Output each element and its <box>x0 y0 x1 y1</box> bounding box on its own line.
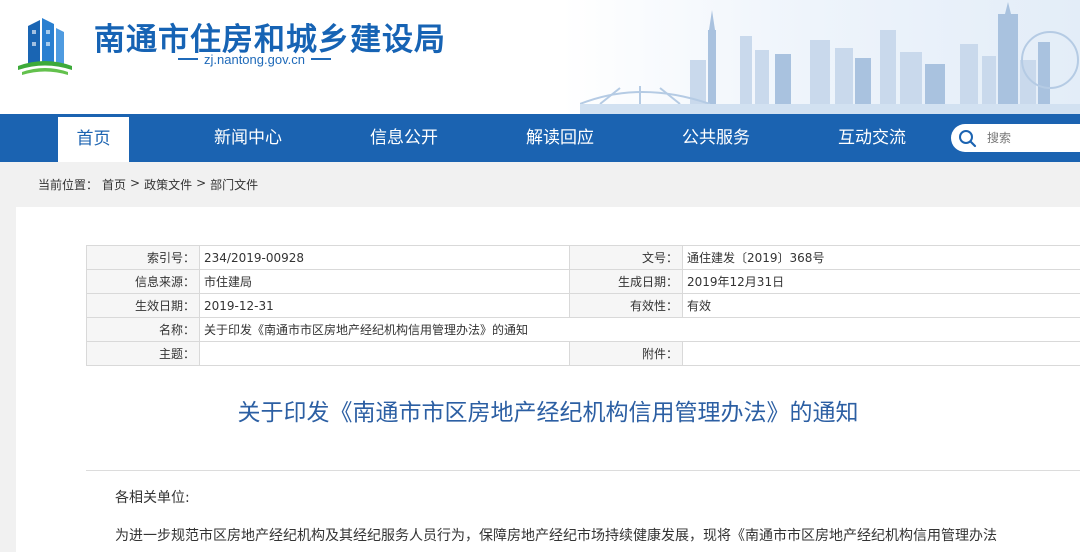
created-date-label: 生成日期： <box>569 269 683 294</box>
domain-dash-right <box>310 58 331 60</box>
name-value: 关于印发《南通市市区房地产经纪机构信用管理办法》的通知 <box>199 317 1080 342</box>
effective-date-value: 2019-12-31 <box>199 293 570 318</box>
nav-item-interpretation[interactable]: 解读回应 <box>510 114 610 162</box>
building-logo-icon[interactable] <box>16 14 74 76</box>
search-icon[interactable] <box>957 128 977 148</box>
index-no-label: 索引号： <box>86 245 200 270</box>
breadcrumb-item-home[interactable]: 首页 <box>102 176 126 193</box>
search-input[interactable] <box>987 128 1077 148</box>
title-divider <box>86 470 1080 471</box>
city-skyline-icon <box>580 2 1080 114</box>
doc-no-label: 文号： <box>569 245 683 270</box>
breadcrumb: 当前位置： 首页 > 政策文件 > 部门文件 <box>38 176 258 193</box>
attachment-value <box>682 341 1080 366</box>
table-row: 生效日期： 2019-12-31 有效性： 有效 <box>86 293 1080 318</box>
nav-item-public-service[interactable]: 公共服务 <box>666 114 766 162</box>
site-header: 南通市住房和城乡建设局 zj.nantong.gov.cn <box>0 0 1080 114</box>
domain-dash-left <box>178 58 198 60</box>
attachment-label: 附件： <box>569 341 683 366</box>
table-row: 信息来源： 市住建局 生成日期： 2019年12月31日 <box>86 269 1080 294</box>
content-panel: 索引号： 234/2019-00928 文号： 通住建发〔2019〕368号 信… <box>16 207 1080 552</box>
table-row: 主题： 附件： <box>86 341 1080 366</box>
breadcrumb-item-dept-docs[interactable]: 部门文件 <box>210 176 258 193</box>
source-value: 市住建局 <box>199 269 570 294</box>
document-title: 关于印发《南通市市区房地产经纪机构信用管理办法》的通知 <box>237 400 859 426</box>
document-meta-table: 索引号： 234/2019-00928 文号： 通住建发〔2019〕368号 信… <box>86 245 1080 366</box>
subject-value <box>199 341 570 366</box>
nav-item-home[interactable]: 首页 <box>58 117 129 162</box>
validity-value: 有效 <box>682 293 1080 318</box>
table-row: 名称： 关于印发《南通市市区房地产经纪机构信用管理办法》的通知 <box>86 317 1080 342</box>
breadcrumb-separator: > <box>130 176 141 190</box>
index-no-value: 234/2019-00928 <box>199 245 570 270</box>
validity-label: 有效性： <box>569 293 683 318</box>
effective-date-label: 生效日期： <box>86 293 200 318</box>
salutation: 各相关单位: <box>115 490 190 506</box>
breadcrumb-item-policy[interactable]: 政策文件 <box>144 176 192 193</box>
nav-item-info-disclosure[interactable]: 信息公开 <box>354 114 454 162</box>
subject-label: 主题： <box>86 341 200 366</box>
doc-no-value: 通住建发〔2019〕368号 <box>682 245 1080 270</box>
main-nav: 首页 新闻中心 信息公开 解读回应 公共服务 互动交流 <box>0 114 1080 162</box>
body-paragraph: 为进一步规范市区房地产经纪机构及其经纪服务人员行为，保障房地产经纪市场持续健康发… <box>115 528 997 544</box>
created-date-value: 2019年12月31日 <box>682 269 1080 294</box>
site-domain-row: zj.nantong.gov.cn <box>178 51 331 67</box>
breadcrumb-separator: > <box>196 176 207 190</box>
nav-item-news[interactable]: 新闻中心 <box>198 114 298 162</box>
site-domain[interactable]: zj.nantong.gov.cn <box>204 52 305 67</box>
name-label: 名称： <box>86 317 200 342</box>
nav-item-interaction[interactable]: 互动交流 <box>822 114 922 162</box>
breadcrumb-prefix: 当前位置： <box>38 178 99 192</box>
table-row: 索引号： 234/2019-00928 文号： 通住建发〔2019〕368号 <box>86 245 1080 270</box>
source-label: 信息来源： <box>86 269 200 294</box>
search-box[interactable] <box>951 124 1080 152</box>
